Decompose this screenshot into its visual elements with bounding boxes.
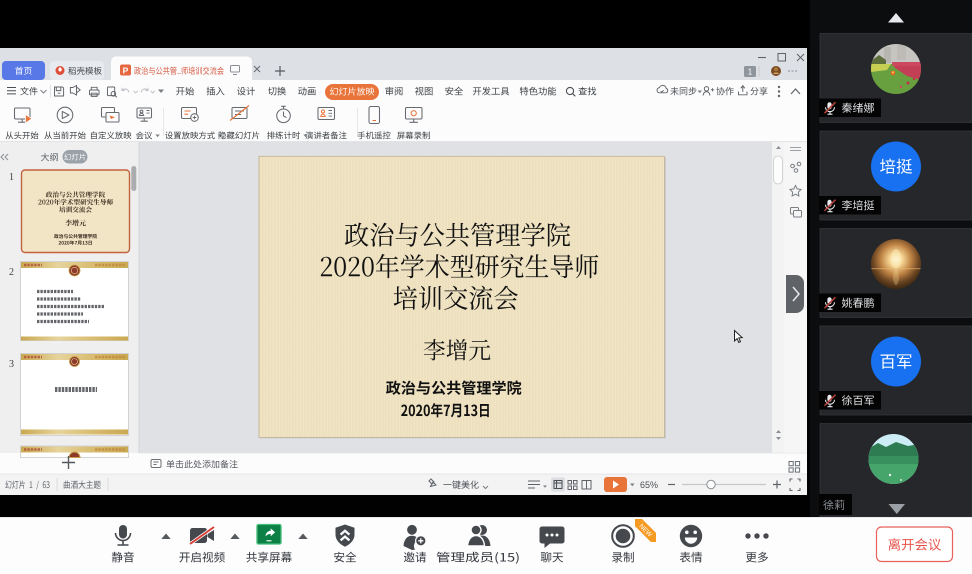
svg-text:2: 2 bbox=[9, 267, 14, 278]
svg-text:3: 3 bbox=[9, 359, 14, 370]
svg-text:65%: 65% bbox=[640, 480, 658, 490]
svg-text:1: 1 bbox=[9, 172, 14, 183]
svg-text:1: 1 bbox=[748, 68, 753, 77]
svg-text:P: P bbox=[123, 66, 129, 76]
